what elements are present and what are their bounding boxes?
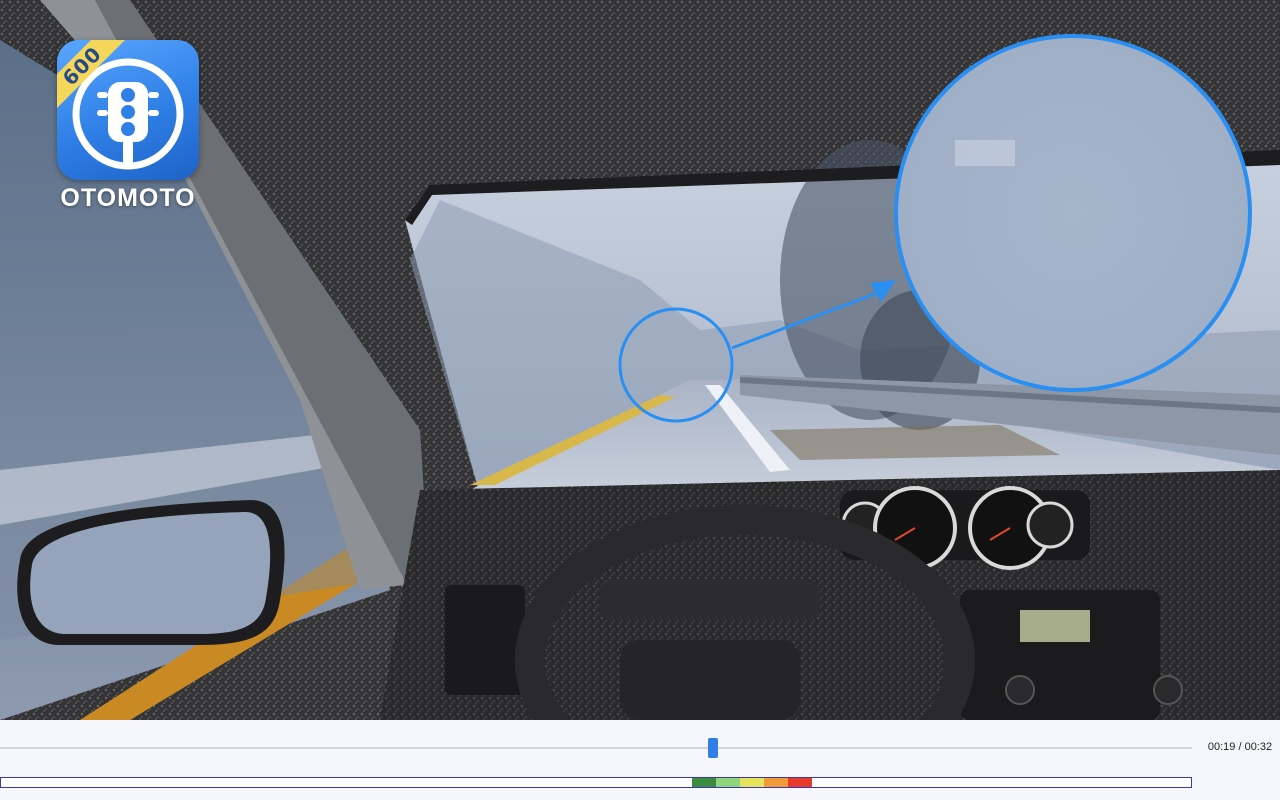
zoom-lens <box>894 34 1252 392</box>
seek-bar-track[interactable] <box>0 747 1192 749</box>
hazard-segment <box>788 778 812 787</box>
video-player-controls <box>0 720 1280 800</box>
app-logo: 600 OTOMOTO <box>57 40 199 212</box>
logo-tile: 600 <box>57 40 199 180</box>
video-frame[interactable]: 600 OTOMOTO <box>0 0 1280 720</box>
seek-bar-thumb[interactable] <box>708 738 718 758</box>
brand-name: OTOMOTO <box>60 184 196 212</box>
hazard-segment <box>716 778 740 787</box>
hazard-segment <box>692 778 716 787</box>
hazard-segment <box>764 778 788 787</box>
time-display: 00:19 / 00:32 <box>1207 741 1273 753</box>
hazard-segment <box>740 778 764 787</box>
hazard-timeline-bar[interactable] <box>0 777 1192 788</box>
